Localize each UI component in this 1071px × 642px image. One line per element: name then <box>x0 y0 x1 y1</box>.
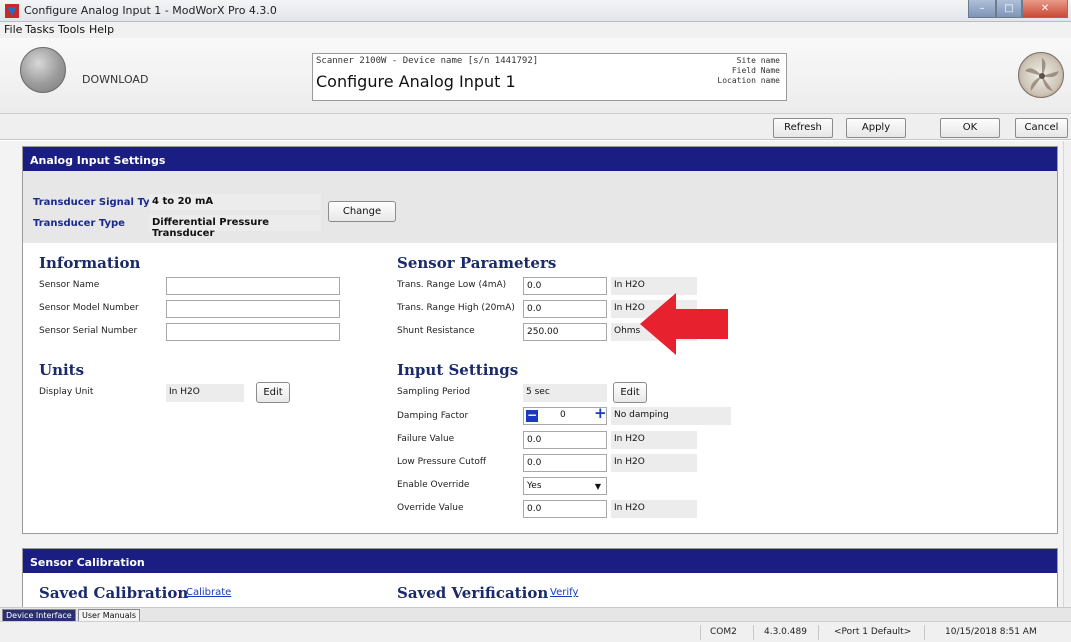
status-bar: COM2 4.3.0.489 <Port 1 Default> 10/15/20… <box>0 621 1071 642</box>
app-icon <box>5 4 19 18</box>
vertical-scrollbar[interactable] <box>1063 141 1071 607</box>
plus-icon[interactable]: + <box>594 406 608 421</box>
status-port: COM2 <box>710 627 737 637</box>
status-port-default: <Port 1 Default> <box>834 627 912 637</box>
signal-type-value: 4 to 20 mA <box>149 194 321 210</box>
low-pressure-cutoff-label: Low Pressure Cutoff <box>397 457 487 467</box>
units-title: Units <box>39 361 85 379</box>
transducer-type-label: Transducer Type <box>33 218 125 229</box>
status-separator <box>924 625 925 640</box>
sensor-name-input[interactable] <box>166 277 340 295</box>
override-value-label: Override Value <box>397 503 464 513</box>
saved-calibration-title: Saved Calibration <box>39 584 189 602</box>
sensor-name-label: Sensor Name <box>39 280 100 290</box>
shunt-resistance-input[interactable]: 250.00 <box>523 323 607 341</box>
range-high-input[interactable]: 0.0 <box>523 300 607 318</box>
sensor-serial-input[interactable] <box>166 323 340 341</box>
apply-button[interactable]: Apply <box>846 118 906 138</box>
override-value-input[interactable]: 0.0 <box>523 500 607 518</box>
input-settings-title: Input Settings <box>397 361 519 379</box>
title-bar: Configure Analog Input 1 - ModWorX Pro 4… <box>0 0 1071 22</box>
panel-title: Analog Input Settings <box>23 147 1057 171</box>
transducer-type-value: Differential Pressure Transducer <box>149 215 321 239</box>
sampling-period-edit-button[interactable]: Edit <box>613 382 647 403</box>
ok-button[interactable]: OK <box>940 118 1000 138</box>
range-low-input[interactable]: 0.0 <box>523 277 607 295</box>
transducer-box: Transducer Signal Type 4 to 20 mA Transd… <box>23 171 1057 243</box>
status-separator <box>753 625 754 640</box>
download-button-icon[interactable] <box>20 47 66 93</box>
sensor-model-input[interactable] <box>166 300 340 318</box>
change-button[interactable]: Change <box>328 201 396 222</box>
display-unit-label: Display Unit <box>39 387 94 397</box>
menu-file[interactable]: File <box>4 23 22 36</box>
minimize-button[interactable]: – <box>968 0 996 18</box>
sampling-period-value: 5 sec <box>523 384 607 402</box>
sensor-model-label: Sensor Model Number <box>39 303 139 313</box>
status-separator <box>700 625 701 640</box>
cancel-button[interactable]: Cancel <box>1015 118 1068 138</box>
menu-tools[interactable]: Tools <box>58 23 85 36</box>
status-version: 4.3.0.489 <box>764 627 807 637</box>
device-line: Scanner 2100W - Device name [s/n 1441792… <box>316 56 539 66</box>
failure-value-unit: In H2O <box>611 431 697 449</box>
page-title: Configure Analog Input 1 <box>316 72 516 91</box>
damping-description: No damping <box>611 407 731 425</box>
fan-icon <box>1018 52 1064 98</box>
signal-type-label: Transducer Signal Type <box>33 197 164 208</box>
low-pressure-cutoff-unit: In H2O <box>611 454 697 472</box>
damping-factor-label: Damping Factor <box>397 411 469 421</box>
sampling-period-label: Sampling Period <box>397 387 471 397</box>
minus-icon[interactable]: − <box>526 409 538 422</box>
display-unit-value: In H2O <box>166 384 244 402</box>
information-title: Information <box>39 254 141 272</box>
calibrate-link[interactable]: Calibrate <box>186 587 231 598</box>
device-info-box: Scanner 2100W - Device name [s/n 1441792… <box>312 53 787 101</box>
saved-verification-title: Saved Verification <box>397 584 549 602</box>
enable-override-label: Enable Override <box>397 480 470 490</box>
status-datetime: 10/15/2018 8:51 AM <box>945 627 1037 637</box>
menu-tasks[interactable]: Tasks <box>25 23 54 36</box>
status-separator <box>818 625 819 640</box>
enable-override-select[interactable]: Yes ▼ <box>523 477 607 495</box>
bottom-tabs: Device Interface User Manuals <box>0 607 1071 622</box>
sensor-calibration-panel: Sensor Calibration Saved Calibration Cal… <box>22 548 1058 607</box>
red-arrow-icon <box>640 293 728 355</box>
close-button[interactable]: ✕ <box>1022 0 1068 18</box>
site-info: Site name Field Name Location name <box>717 56 780 86</box>
damping-value[interactable]: 0 <box>560 410 566 420</box>
chevron-down-icon: ▼ <box>594 482 601 491</box>
field-name: Field Name <box>731 66 780 75</box>
refresh-button[interactable]: Refresh <box>773 118 833 138</box>
verify-link[interactable]: Verify <box>550 587 578 598</box>
enable-override-value: Yes <box>527 481 542 491</box>
range-low-label: Trans. Range Low (4mA) <box>397 280 507 290</box>
content-area: Analog Input Settings Transducer Signal … <box>0 141 1063 607</box>
menu-help[interactable]: Help <box>89 23 114 36</box>
override-value-unit: In H2O <box>611 500 697 518</box>
calibration-panel-title: Sensor Calibration <box>23 549 1057 573</box>
fan-blades-icon <box>1025 58 1059 91</box>
download-label[interactable]: DOWNLOAD <box>82 73 148 86</box>
toolbar: Refresh Apply OK Cancel <box>0 114 1071 140</box>
location-name: Location name <box>717 76 780 85</box>
sensor-parameters-title: Sensor Parameters <box>397 254 557 272</box>
sensor-serial-label: Sensor Serial Number <box>39 326 138 336</box>
header: DOWNLOAD Scanner 2100W - Device name [s/… <box>0 38 1071 114</box>
display-unit-edit-button[interactable]: Edit <box>256 382 290 403</box>
low-pressure-cutoff-input[interactable]: 0.0 <box>523 454 607 472</box>
failure-value-label: Failure Value <box>397 434 455 444</box>
analog-input-settings-panel: Analog Input Settings Transducer Signal … <box>22 146 1058 534</box>
menu-bar: File Tasks Tools Help <box>0 22 1071 38</box>
failure-value-input[interactable]: 0.0 <box>523 431 607 449</box>
maximize-button[interactable]: □ <box>996 0 1022 18</box>
window-title: Configure Analog Input 1 - ModWorX Pro 4… <box>24 4 277 17</box>
shunt-resistance-label: Shunt Resistance <box>397 326 475 336</box>
range-high-label: Trans. Range High (20mA) <box>397 303 515 313</box>
site-name: Site name <box>736 56 780 65</box>
